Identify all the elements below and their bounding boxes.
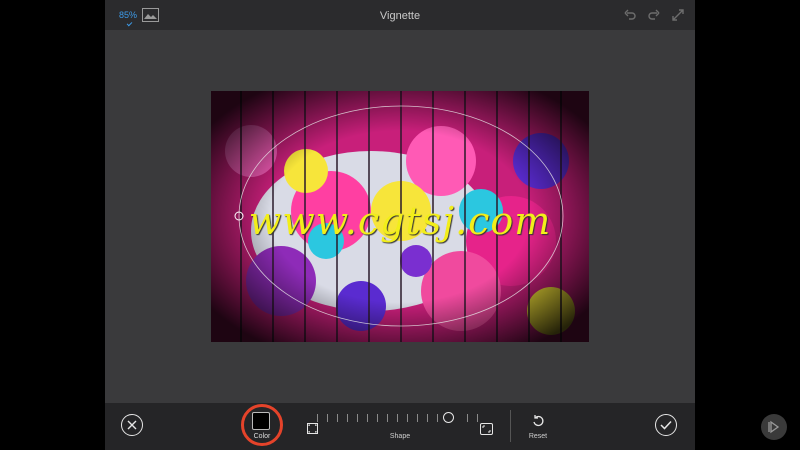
play-icon	[768, 420, 780, 434]
slider-tick	[387, 414, 388, 422]
photo-canvas[interactable]: www.cgtsj.com	[211, 91, 589, 342]
bottom-toolbar: Color Shape Reset	[105, 403, 695, 450]
slider-thumb[interactable]	[443, 412, 454, 423]
slider-tick	[427, 414, 428, 422]
photo-editor: 85% Vignette www.cgtsj.com Color Shape R…	[105, 0, 695, 450]
slider-tick	[367, 414, 368, 422]
slider-tick	[347, 414, 348, 422]
round-corners-icon[interactable]	[480, 423, 493, 435]
top-toolbar: 85% Vignette	[105, 0, 695, 30]
slider-tick	[317, 414, 318, 422]
slider-tick	[467, 414, 468, 422]
color-label: Color	[253, 433, 271, 440]
fullscreen-icon[interactable]	[671, 8, 685, 22]
slider-tick	[417, 414, 418, 422]
slider-tick	[377, 414, 378, 422]
history-controls	[623, 8, 685, 22]
video-player-button[interactable]	[761, 414, 787, 440]
slider-tick	[437, 414, 438, 422]
cancel-button[interactable]	[121, 414, 143, 436]
shape-label: Shape	[389, 433, 411, 440]
cancel-icon	[127, 420, 137, 430]
toolbar-divider	[510, 410, 511, 442]
page-title: Vignette	[379, 10, 421, 22]
redo-icon[interactable]	[647, 8, 661, 22]
shape-slider[interactable]	[313, 411, 489, 425]
slider-tick	[477, 414, 478, 422]
slider-tick	[327, 414, 328, 422]
checkmark-icon	[660, 420, 672, 430]
apply-button[interactable]	[655, 414, 677, 436]
slider-tick	[397, 414, 398, 422]
slider-tick	[337, 414, 338, 422]
slider-tick	[357, 414, 358, 422]
slider-tick	[407, 414, 408, 422]
reset-icon[interactable]	[531, 414, 545, 428]
reset-button-label[interactable]: Reset	[523, 433, 553, 440]
undo-icon[interactable]	[623, 8, 637, 22]
watermark-text: www.cgtsj.com	[248, 199, 552, 243]
